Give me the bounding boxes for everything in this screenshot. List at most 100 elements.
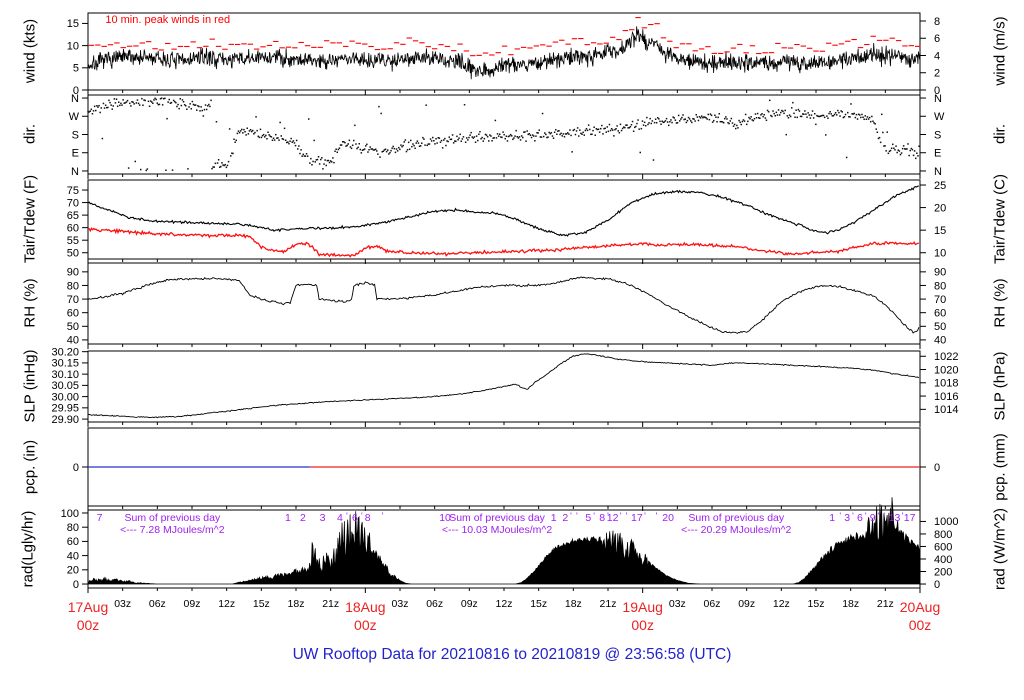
wind-dir-dot bbox=[838, 111, 840, 114]
wind-dir-dot bbox=[814, 113, 816, 115]
wind-dir-dot bbox=[278, 139, 280, 141]
wind-dir-dot bbox=[416, 140, 419, 142]
wind-dir-dot bbox=[556, 133, 558, 135]
wind-dir-dot bbox=[915, 157, 917, 160]
wind-dir-dot bbox=[618, 132, 621, 134]
rad-mj-tickmark: ' bbox=[656, 511, 658, 521]
wind-dir-dot bbox=[366, 143, 368, 146]
wind-dir-dot bbox=[180, 104, 183, 107]
wind-dir-dot bbox=[138, 104, 141, 106]
rad-mj-mark: 8 bbox=[599, 512, 605, 524]
rh-right-tick-label: 70 bbox=[934, 294, 946, 306]
wind-dir-dot bbox=[408, 148, 411, 150]
wind-dir-dot bbox=[629, 126, 632, 128]
rad-mj-tickmark: ' bbox=[346, 511, 348, 521]
wind-dir-dot bbox=[118, 101, 120, 103]
wind-dir-dot bbox=[103, 107, 106, 109]
wind-dir-dot bbox=[841, 111, 843, 113]
wind-dir-dot bbox=[717, 116, 719, 119]
wind-dir-dot bbox=[189, 103, 191, 105]
wind-dir-dot bbox=[893, 147, 895, 149]
wind-dir-dot bbox=[890, 147, 893, 149]
wind-dir-dot bbox=[881, 113, 883, 116]
wind-dir-dot bbox=[826, 115, 828, 117]
wind-dir-dot bbox=[130, 105, 132, 107]
wind-dir-dot bbox=[809, 117, 812, 119]
wind-dir-dot bbox=[803, 113, 805, 115]
temp-left-tick-label: 70 bbox=[67, 197, 79, 209]
hour-label: 21z bbox=[322, 598, 339, 610]
wind-dir-dot bbox=[537, 132, 539, 134]
rad-right-tick-label: 200 bbox=[934, 566, 952, 578]
wind-dir-dot bbox=[696, 116, 699, 118]
wind-dir-dot bbox=[695, 114, 697, 116]
wind-dir-dot bbox=[582, 131, 584, 134]
wind-dir-dot bbox=[878, 136, 881, 139]
wind-dir-dot bbox=[800, 115, 803, 118]
wind-dir-dot bbox=[617, 130, 619, 132]
dir-left-tick-label: W bbox=[69, 111, 80, 123]
wind-dir-dot bbox=[785, 133, 787, 136]
wind-dir-dot bbox=[234, 141, 236, 143]
rad-mj-tickmark: ' bbox=[902, 511, 904, 521]
wind-dir-dot bbox=[524, 131, 526, 133]
wind-left-tick-label: 5 bbox=[73, 63, 79, 75]
wind-dir-dot bbox=[320, 158, 322, 161]
wind-dir-dot bbox=[606, 126, 608, 128]
wind-dir-dot bbox=[875, 128, 877, 130]
wind-dir-dot bbox=[598, 131, 601, 133]
wind-dir-dot bbox=[676, 122, 679, 124]
wind-dir-dot bbox=[533, 135, 535, 137]
dir-right-tick-label: N bbox=[934, 93, 942, 105]
wind-dir-dot bbox=[860, 116, 862, 119]
wind-dir-dot bbox=[789, 115, 792, 118]
wind-dir-dot bbox=[249, 129, 252, 131]
axis-title-dir-left: dir. bbox=[21, 123, 39, 145]
wind-dir-dot bbox=[763, 114, 765, 116]
wind-dir-dot bbox=[298, 145, 300, 147]
wind-dir-dot bbox=[630, 124, 633, 126]
wind-dir-dot bbox=[687, 116, 690, 119]
wind-dir-dot bbox=[216, 162, 219, 164]
wind-dir-dot bbox=[908, 154, 910, 157]
rad-sum-value: <--- 7.28 MJoules/m^2 bbox=[120, 524, 225, 536]
wind-dir-dot bbox=[807, 112, 809, 114]
wind-dir-dot bbox=[252, 129, 254, 132]
rh-left-tick-label: 60 bbox=[67, 307, 79, 319]
wind-dir-dot bbox=[445, 144, 447, 147]
wind-dir-dot bbox=[797, 108, 800, 111]
wind-dir-dot bbox=[553, 131, 556, 133]
wind-dir-dot bbox=[390, 149, 392, 152]
date-label: 17Aug bbox=[68, 599, 108, 615]
wind-dir-dot bbox=[209, 105, 211, 108]
wind-dir-dot bbox=[152, 102, 154, 104]
wind-dir-dot bbox=[171, 169, 174, 171]
wind-dir-dot bbox=[406, 149, 409, 151]
wind-dir-dot bbox=[270, 136, 273, 138]
wind-dir-dot bbox=[660, 123, 662, 125]
wind-dir-dot bbox=[264, 136, 266, 138]
wind-dir-dot bbox=[153, 99, 155, 101]
wind-dir-dot bbox=[497, 135, 500, 137]
wind-dir-dot bbox=[158, 103, 161, 106]
rad-mj-tickmark: ' bbox=[878, 511, 880, 521]
temp-right-tick-label: 15 bbox=[934, 225, 946, 237]
wind-dir-dot bbox=[314, 161, 316, 163]
wind-dir-dot bbox=[485, 134, 488, 136]
wind-dir-dot bbox=[777, 109, 780, 111]
wind-dir-dot bbox=[414, 147, 416, 149]
wind-dir-dot bbox=[393, 147, 396, 150]
pcp-left-tick-label: 0 bbox=[73, 462, 79, 474]
hour-label: 06z bbox=[426, 598, 443, 610]
wind-dir-dot bbox=[146, 168, 149, 170]
wind-dir-dot bbox=[230, 155, 232, 157]
wind-dir-dot bbox=[441, 147, 444, 149]
wind-dir-dot bbox=[792, 101, 794, 104]
axis-title-rh-right: RH (%) bbox=[991, 278, 1009, 328]
wind-dir-dot bbox=[508, 135, 511, 137]
wind-dir-dot bbox=[608, 123, 611, 126]
wind-dir-dot bbox=[587, 124, 590, 126]
wind-dir-dot bbox=[747, 120, 749, 123]
wind-dir-dot bbox=[116, 105, 119, 107]
date-label-z: 00z bbox=[909, 617, 932, 633]
